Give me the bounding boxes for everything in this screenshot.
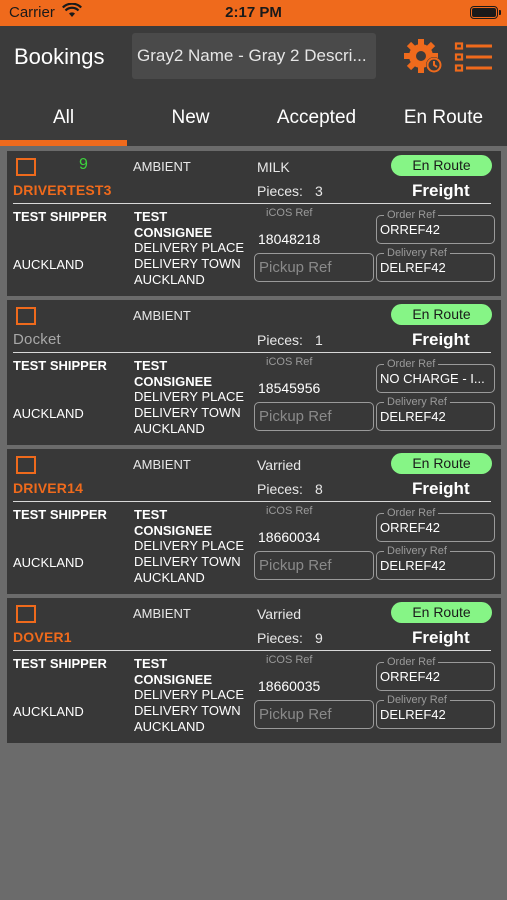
booking-card[interactable]: DRIVER14 AMBIENT Varried Pieces: 8 En Ro… [7, 449, 501, 594]
driver-name: DRIVERTEST3 [13, 182, 112, 198]
booking-type: Freight [412, 330, 470, 349]
commodity-label: Varried [257, 457, 302, 473]
order-ref-label: Order Ref [384, 656, 439, 668]
order-ref-label: Order Ref [384, 358, 439, 370]
status-badge: En Route [391, 304, 492, 325]
pieces-value: 9 [315, 630, 323, 646]
commodity-label: Varried [257, 606, 302, 622]
temperature-label: AMBIENT [133, 159, 191, 174]
delivery-ref-label: Delivery Ref [384, 396, 450, 408]
status-badge: En Route [391, 155, 492, 176]
icos-ref-value: 18660034 [258, 529, 321, 545]
driver-name: DOVER1 [13, 629, 72, 645]
divider [13, 501, 491, 502]
nav-bar: Bookings Gray2 Name - Gray 2 Descri... [0, 26, 507, 88]
pieces-label: Pieces: [257, 183, 303, 199]
shipper-name: TEST SHIPPER [13, 507, 107, 522]
list-icon [454, 42, 492, 72]
status-bar: Carrier 2:17 PM [0, 0, 507, 26]
delivery-town: DELIVERY TOWN [134, 554, 241, 569]
select-checkbox[interactable] [16, 307, 36, 325]
commodity-label: MILK [257, 159, 290, 175]
divider [13, 352, 491, 353]
tab-all[interactable]: All [0, 88, 127, 146]
delivery-place: DELIVERY PLACE [134, 389, 245, 404]
temperature-label: AMBIENT [133, 308, 191, 323]
consignee-name: TEST CONSIGNEE [134, 358, 213, 389]
tab-bar: All New Accepted En Route [0, 88, 507, 146]
icos-ref-value: 18048218 [258, 231, 321, 247]
pickup-ref-input[interactable]: Pickup Ref [254, 253, 374, 282]
shipper-name: TEST SHIPPER [13, 358, 107, 373]
pieces-label: Pieces: [257, 481, 303, 497]
pieces-label: Pieces: [257, 630, 303, 646]
delivery-town: DELIVERY TOWN [134, 405, 241, 420]
driver-name: DRIVER14 [13, 480, 84, 496]
delivery-town: DELIVERY TOWN [134, 256, 241, 271]
delivery-ref-label: Delivery Ref [384, 545, 450, 557]
account-select[interactable]: Gray2 Name - Gray 2 Descri... [132, 33, 376, 79]
shipper-city: AUCKLAND [13, 704, 84, 719]
status-badge: En Route [391, 453, 492, 474]
booking-card[interactable]: DOVER1 AMBIENT Varried Pieces: 9 En Rout… [7, 598, 501, 743]
pieces-label: Pieces: [257, 332, 303, 348]
consignee-city: AUCKLAND [134, 421, 205, 436]
booking-card[interactable]: 9 DRIVERTEST3 AMBIENT MILK Pieces: 3 En … [7, 151, 501, 296]
pieces-value: 1 [315, 332, 323, 348]
shipper-city: AUCKLAND [13, 555, 84, 570]
divider [13, 650, 491, 651]
booking-card[interactable]: Docket AMBIENT Pieces: 1 En Route Freigh… [7, 300, 501, 445]
gear-icon [404, 39, 442, 73]
pickup-ref-input[interactable]: Pickup Ref [254, 402, 374, 431]
order-ref-label: Order Ref [384, 209, 439, 221]
pieces-value: 8 [315, 481, 323, 497]
page-title: Bookings [14, 44, 105, 69]
select-checkbox[interactable] [16, 158, 36, 176]
tab-accepted[interactable]: Accepted [253, 88, 380, 146]
driver-name: Docket [13, 331, 61, 348]
consignee-name: TEST CONSIGNEE [134, 507, 213, 538]
pickup-ref-input[interactable]: Pickup Ref [254, 551, 374, 580]
icos-ref-value: 18660035 [258, 678, 321, 694]
consignee-city: AUCKLAND [134, 570, 205, 585]
temperature-label: AMBIENT [133, 606, 191, 621]
pieces-value: 3 [315, 183, 323, 199]
clock: 2:17 PM [225, 4, 282, 21]
shipper-city: AUCKLAND [13, 257, 84, 272]
delivery-place: DELIVERY PLACE [134, 240, 245, 255]
status-badge: En Route [391, 602, 492, 623]
icos-ref-label: iCOS Ref [266, 654, 313, 666]
select-checkbox[interactable] [16, 456, 36, 474]
settings-button[interactable] [402, 36, 446, 76]
shipper-name: TEST SHIPPER [13, 656, 107, 671]
select-checkbox[interactable] [16, 605, 36, 623]
booking-type: Freight [412, 181, 470, 200]
pickup-ref-input[interactable]: Pickup Ref [254, 700, 374, 729]
delivery-ref-label: Delivery Ref [384, 247, 450, 259]
booking-type: Freight [412, 628, 470, 647]
tab-new[interactable]: New [127, 88, 254, 146]
consignee-city: AUCKLAND [134, 272, 205, 287]
battery-icon [470, 6, 501, 19]
tab-en-route[interactable]: En Route [380, 88, 507, 146]
temperature-label: AMBIENT [133, 457, 191, 472]
delivery-ref-label: Delivery Ref [384, 694, 450, 706]
list-menu-button[interactable] [454, 42, 494, 72]
booking-type: Freight [412, 479, 470, 498]
order-ref-label: Order Ref [384, 507, 439, 519]
booking-count: 9 [79, 156, 88, 173]
icos-ref-value: 18545956 [258, 380, 321, 396]
divider [13, 203, 491, 204]
shipper-city: AUCKLAND [13, 406, 84, 421]
consignee-city: AUCKLAND [134, 719, 205, 734]
consignee-name: TEST CONSIGNEE [134, 656, 213, 687]
icos-ref-label: iCOS Ref [266, 505, 313, 517]
icos-ref-label: iCOS Ref [266, 207, 313, 219]
consignee-name: TEST CONSIGNEE [134, 209, 213, 240]
shipper-name: TEST SHIPPER [13, 209, 107, 224]
delivery-place: DELIVERY PLACE [134, 687, 245, 702]
icos-ref-label: iCOS Ref [266, 356, 313, 368]
delivery-town: DELIVERY TOWN [134, 703, 241, 718]
delivery-place: DELIVERY PLACE [134, 538, 245, 553]
